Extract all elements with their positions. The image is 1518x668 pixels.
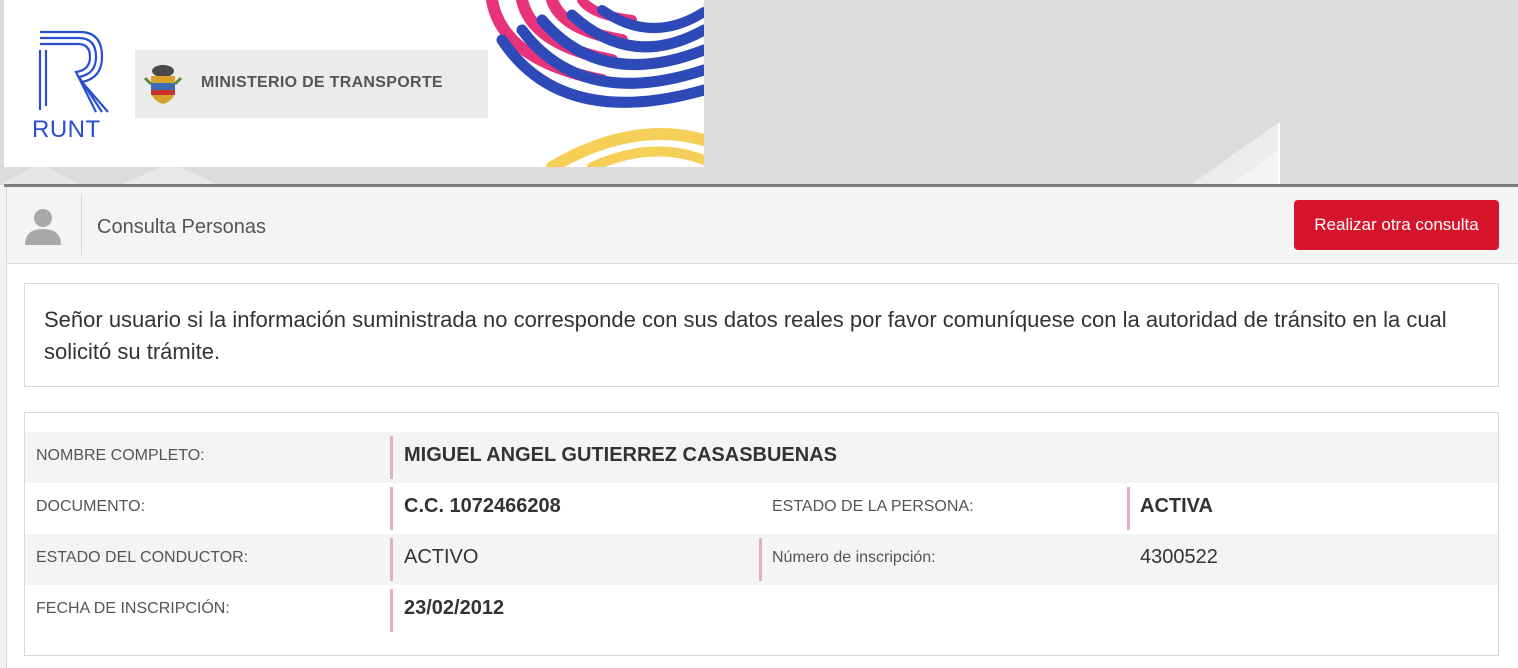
fecha-label: FECHA DE INSCRIPCIÓN: <box>36 600 230 617</box>
panel-header: Consulta Personas Realizar otra consulta <box>7 187 1518 264</box>
ministry-name: MINISTERIO DE TRANSPORTE <box>201 74 443 91</box>
estado-persona-value: ACTIVA <box>1140 495 1213 517</box>
row-documento: DOCUMENTO: C.C. 1072466208 ESTADO DE LA … <box>25 483 1498 534</box>
row-nombre: NOMBRE COMPLETO: MIGUEL ANGEL GUTIERREZ … <box>25 432 1498 483</box>
notice-message: Señor usuario si la información suminist… <box>24 283 1499 387</box>
flag-ribbon-graphic <box>486 0 704 167</box>
consulta-panel: Consulta Personas Realizar otra consulta… <box>6 187 1518 668</box>
value-marker <box>1127 487 1130 530</box>
panel-title: Consulta Personas <box>97 216 266 238</box>
estado-persona-label: ESTADO DE LA PERSONA: <box>772 498 974 515</box>
fecha-value: 23/02/2012 <box>404 597 505 619</box>
nombre-value: MIGUEL ANGEL GUTIERREZ CASASBUENAS <box>404 444 837 466</box>
row-fecha: FECHA DE INSCRIPCIÓN: 23/02/2012 <box>25 585 1498 636</box>
header-separator <box>81 195 82 255</box>
value-marker <box>390 436 393 479</box>
person-data-card: NOMBRE COMPLETO: MIGUEL ANGEL GUTIERREZ … <box>24 412 1499 656</box>
documento-label: DOCUMENTO: <box>36 498 146 515</box>
inscripcion-num-value: 4300522 <box>1140 546 1218 568</box>
documento-value: C.C. 1072466208 <box>404 495 561 517</box>
user-icon <box>25 209 61 245</box>
estado-conductor-label: ESTADO DEL CONDUCTOR: <box>36 549 249 566</box>
inscripcion-num-label: Número de inscripción: <box>772 549 936 566</box>
page: RUNT MINISTERIO DE TRANSPORTE Consulta P… <box>0 0 1518 668</box>
brand-box: RUNT MINISTERIO DE TRANSPORTE <box>4 0 704 167</box>
coat-of-arms-icon <box>143 65 183 104</box>
header-banner: RUNT MINISTERIO DE TRANSPORTE <box>0 0 1518 185</box>
runt-wordmark: RUNT <box>32 116 101 143</box>
new-query-button[interactable]: Realizar otra consulta <box>1294 200 1499 250</box>
value-marker <box>759 538 762 581</box>
value-marker <box>390 538 393 581</box>
nombre-label: NOMBRE COMPLETO: <box>36 447 205 464</box>
estado-conductor-value: ACTIVO <box>404 546 479 568</box>
value-marker <box>390 589 393 632</box>
ministry-logo: MINISTERIO DE TRANSPORTE <box>135 50 488 118</box>
row-estado-conductor: ESTADO DEL CONDUCTOR: ACTIVO Número de i… <box>25 534 1498 585</box>
value-marker <box>390 487 393 530</box>
